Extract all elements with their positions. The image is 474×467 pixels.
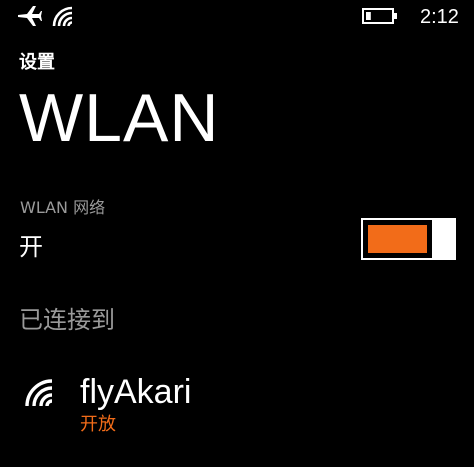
- network-list-item[interactable]: flyAkari 开放: [18, 368, 458, 440]
- page-title: WLAN: [19, 80, 220, 156]
- toggle-fill: [368, 225, 427, 253]
- wifi-signal-icon: [25, 379, 53, 407]
- connected-to-header: 已连接到: [19, 306, 115, 334]
- wlan-network-label: WLAN 网络: [20, 198, 106, 217]
- airplane-icon: [18, 6, 42, 26]
- clock: 2:12: [420, 6, 459, 28]
- wifi-signal-icon: [52, 6, 73, 27]
- network-security-status: 开放: [80, 414, 116, 435]
- toggle-thumb[interactable]: [434, 218, 456, 260]
- wlan-toggle-switch[interactable]: [361, 218, 456, 260]
- status-bar: 2:12: [0, 0, 474, 36]
- settings-section-label: 设置: [19, 52, 55, 73]
- battery-icon: [362, 8, 397, 24]
- wlan-state-text: 开: [19, 233, 43, 261]
- network-name: flyAkari: [80, 373, 192, 411]
